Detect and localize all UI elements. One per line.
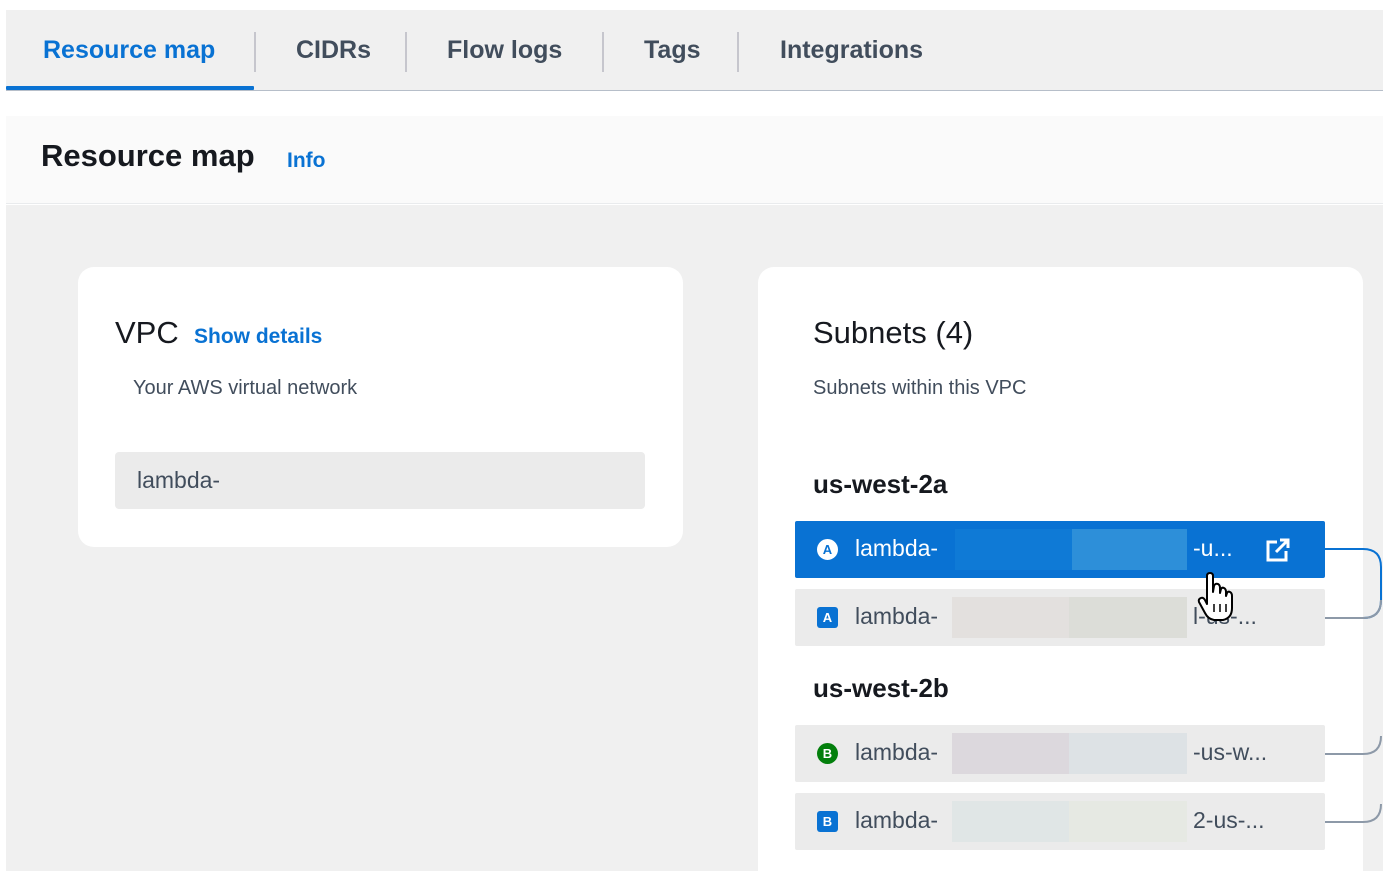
- subnet-name: lambda-: [855, 603, 939, 629]
- tab-divider: [405, 32, 407, 72]
- redacted-text: [952, 733, 1069, 774]
- page-header: Resource map Info: [6, 116, 1383, 204]
- subnets-title: Subnets (4): [813, 315, 974, 350]
- vpc-node[interactable]: lambda-: [115, 452, 645, 509]
- badge-letter: B: [822, 814, 833, 829]
- tab-label: Flow logs: [447, 35, 563, 64]
- vpc-node-label: lambda-: [137, 467, 221, 493]
- zone-b-circle-icon: B: [817, 743, 838, 764]
- badge-letter: B: [822, 746, 833, 761]
- zone-a-square-icon: A: [817, 607, 838, 628]
- redacted-text: [1069, 597, 1187, 638]
- tab-divider: [737, 32, 739, 72]
- subnet-name: lambda-: [855, 535, 939, 561]
- subnets-description: Subnets within this VPC: [813, 377, 1027, 399]
- tab-divider: [602, 32, 604, 72]
- redacted-text: [1069, 801, 1187, 842]
- tab-bar: Resource map CIDRs Flow logs Tags Integr…: [6, 10, 1383, 91]
- availability-zone-label: us-west-2b: [813, 673, 949, 703]
- badge-letter: A: [822, 610, 833, 625]
- tab-label: CIDRs: [296, 35, 372, 64]
- page-title: Resource map: [41, 138, 255, 173]
- tab-resource-map[interactable]: Resource map: [43, 10, 215, 90]
- redacted-text: [952, 801, 1069, 842]
- vpc-title: VPC: [115, 315, 179, 350]
- zone-a-circle-icon: A: [817, 539, 838, 560]
- hand-pointer-icon: [1197, 572, 1233, 621]
- badge-letter: A: [822, 542, 833, 557]
- tab-label: Integrations: [780, 35, 924, 64]
- availability-zone-label: us-west-2a: [813, 469, 948, 499]
- show-details-link[interactable]: Show details: [194, 325, 322, 349]
- subnets-card: Subnets (4) Subnets within this VPC us-w…: [758, 267, 1363, 871]
- tab-tags[interactable]: Tags: [644, 10, 701, 90]
- tab-flow-logs[interactable]: Flow logs: [447, 10, 562, 90]
- subnet-row[interactable]: A lambda- l-us-...: [795, 589, 1325, 646]
- tab-label: Resource map: [43, 35, 216, 64]
- subnet-name: lambda-: [855, 807, 939, 833]
- subnet-row[interactable]: B lambda- -us-w...: [795, 725, 1325, 782]
- external-link-icon[interactable]: [1265, 537, 1291, 563]
- info-link[interactable]: Info: [287, 149, 325, 173]
- subnet-name-suffix: -us-w...: [1193, 739, 1268, 765]
- redacted-text: [952, 597, 1069, 638]
- redacted-text: [1069, 733, 1187, 774]
- tab-cidrs[interactable]: CIDRs: [296, 10, 371, 90]
- vpc-card: VPC Show details Your AWS virtual networ…: [78, 267, 683, 547]
- zone-b-square-icon: B: [817, 811, 838, 832]
- tab-label: Tags: [644, 35, 701, 64]
- resource-map-canvas: VPC Show details Your AWS virtual networ…: [6, 205, 1383, 871]
- subnet-name: lambda-: [855, 739, 939, 765]
- subnet-row[interactable]: A lambda- -u...: [795, 521, 1325, 578]
- redacted-text: [955, 529, 1072, 570]
- tab-divider: [254, 32, 256, 72]
- subnet-name-suffix: 2-us-...: [1193, 807, 1265, 833]
- vpc-description: Your AWS virtual network: [133, 377, 358, 399]
- subnet-row[interactable]: B lambda- 2-us-...: [795, 793, 1325, 850]
- active-tab-indicator: [6, 86, 254, 90]
- tab-integrations[interactable]: Integrations: [780, 10, 923, 90]
- redacted-text: [1072, 529, 1187, 570]
- subnet-name-suffix: -u...: [1193, 535, 1233, 561]
